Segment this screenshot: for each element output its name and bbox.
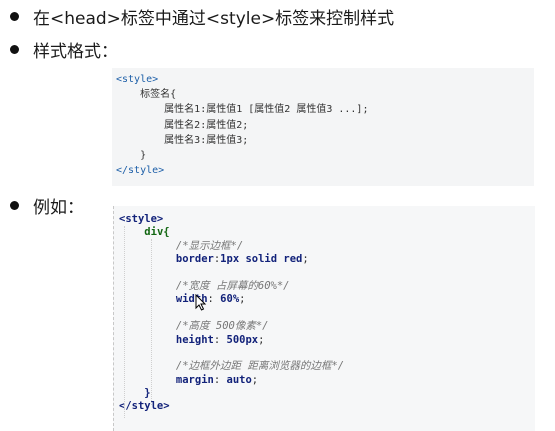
semicolon: ; [302,253,309,266]
separator: : [213,373,227,386]
code-line: 属性名2:属性值2; [116,118,534,133]
semicolon: ; [258,333,265,346]
code-line: /*高度 500像素*/ [119,320,535,333]
code-line: margin: auto; [119,374,535,387]
comment: /*高度 500像素*/ [175,320,269,333]
code-line: 标签名{ [116,87,534,102]
code-line: border:1px solid red; [119,253,535,266]
property-line: 属性名3:属性值3; [164,134,249,146]
comment: /*显示边框*/ [175,239,244,252]
code-line: div{ [119,226,535,239]
code-block-example: <style> div{ /*显示边框*/ border:1px solid r… [113,206,535,431]
bullet-text: 样式格式： [33,42,118,62]
code-block-format: <style> 标签名{ 属性名1:属性值1 [属性值2 属性值3 ...]; … [112,68,534,186]
bullet-item-head-style: 在<head>标签中通过<style>标签来控制样式 [10,4,394,29]
comment: /*宽度 占屏幕的60%*/ [175,279,290,292]
property-value: 1px solid red [220,253,303,266]
selector-line: 标签名{ [140,89,177,101]
bullet-item-style-format: 样式格式： [10,37,118,62]
property-name: margin [175,373,214,386]
bullet-text: 在<head>标签中通过<style>标签来控制样式 [33,9,395,29]
indent-guide [151,239,152,405]
selector: div{ [144,226,170,239]
comment: /*边框外边距 距离浏览器的边框*/ [175,360,345,373]
semicolon: ; [251,373,259,386]
style-open-tag: <style> [116,74,159,85]
property-line: 属性名2:属性值2; [164,119,249,131]
bullet-dot-icon [10,201,19,210]
property-name: height [175,333,214,346]
property-name: border [175,253,214,266]
bullet-dot-icon [10,45,19,54]
close-brace: } [144,387,151,400]
code-line: 属性名1:属性值1 [属性值2 属性值3 ...]; [116,102,534,117]
code-line: <style> [116,72,534,87]
property-line: 属性名1:属性值1 [属性值2 属性值3 ...]; [164,104,369,116]
separator: : [213,333,227,346]
code-line: </style> [119,400,535,413]
code-line: width: 60%; [119,293,535,306]
mouse-cursor-icon [195,294,207,311]
property-value: 60% [220,293,240,306]
code-line: } [119,387,535,400]
separator: : [207,293,221,306]
close-brace: } [140,149,147,161]
style-open-tag: <style> [119,213,164,225]
bullet-text: 例如： [33,198,84,218]
code-line: } [116,148,534,163]
property-value: auto [226,373,252,386]
code-line: height: 500px; [119,334,535,347]
style-close-tag: </style> [119,400,170,413]
code-line: <style> [119,213,535,226]
style-close-tag: </style> [116,165,165,177]
code-line: </style> [116,163,534,178]
property-value: 500px [226,333,259,346]
bullet-item-example: 例如： [10,193,84,218]
code-line: 属性名3:属性值3; [116,133,534,148]
code-line: /*显示边框*/ [119,240,535,253]
semicolon: ; [239,293,246,306]
bullet-dot-icon [10,12,19,21]
code-line: /*边框外边距 距离浏览器的边框*/ [119,360,535,373]
code-line: /*宽度 占屏幕的60%*/ [119,280,535,293]
indent-guide [124,226,125,418]
